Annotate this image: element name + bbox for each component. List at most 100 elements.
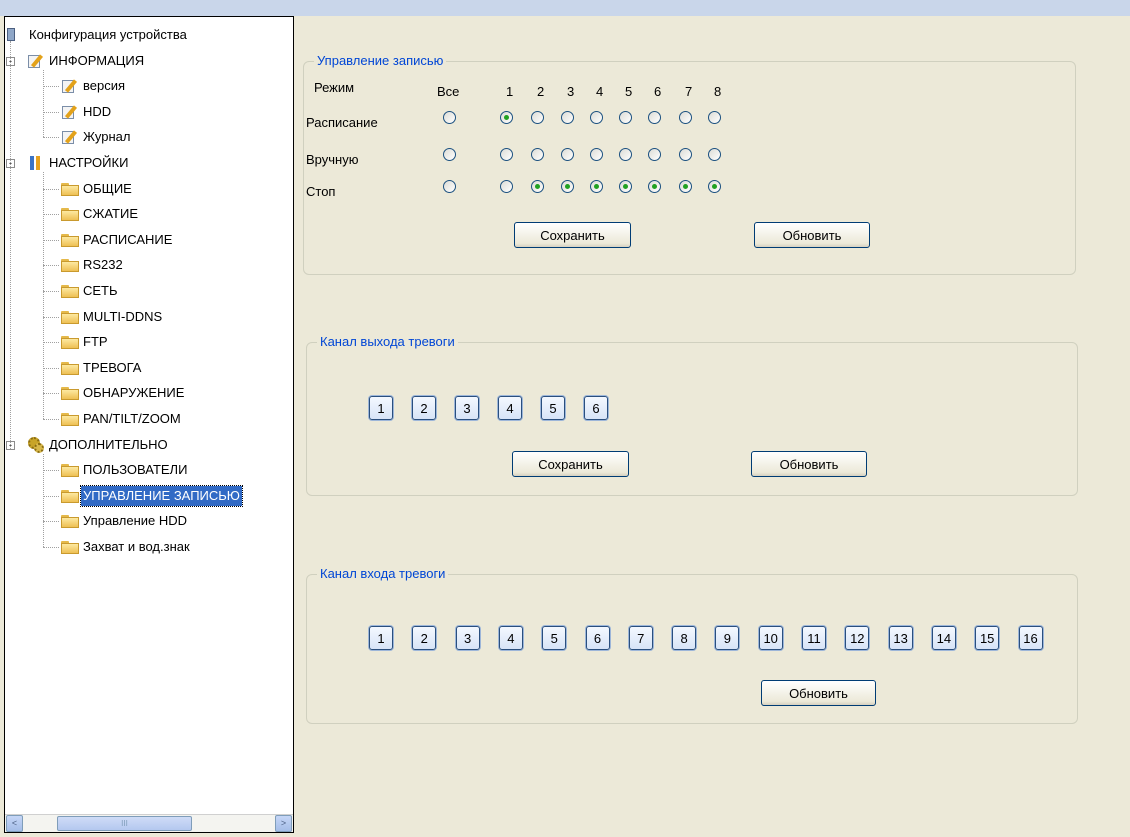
tree-connector [43,265,59,267]
channel-button-2[interactable]: 2 [412,626,437,650]
folder-icon [61,413,79,426]
radio-1-7[interactable] [679,148,692,161]
radio-1-3[interactable] [561,148,574,161]
channel-button-13[interactable]: 13 [888,626,913,650]
channel-button-5[interactable]: 5 [541,396,565,420]
tree-item-label: СЕТЬ [83,283,118,298]
folder-icon [61,182,79,196]
folder-icon [61,361,79,375]
channel-button-2[interactable]: 2 [412,396,436,420]
tree-connector [43,419,59,420]
tree-connector [43,239,59,241]
alarm-output-save-button[interactable]: Сохранить [512,451,629,477]
channel-button-3[interactable]: 3 [455,626,480,650]
radio-1-1[interactable] [500,148,513,161]
radio-2-8[interactable] [708,180,721,193]
edit-document-icon [61,129,78,145]
radio-0-4[interactable] [590,111,603,124]
tree-item-label: ТРЕВОГА [83,359,142,375]
tree-item-label: MULTI-DDNS [83,308,163,324]
record-save-button[interactable]: Сохранить [514,222,631,248]
channel-button-1[interactable]: 1 [369,626,393,650]
folder-icon [61,259,79,273]
scroll-right-icon[interactable]: > [275,815,292,832]
alarm-input-refresh-button[interactable]: Обновить [761,680,876,706]
tree-item-label: FTP [83,334,108,350]
alarm-output-refresh-button[interactable]: Обновить [751,451,867,477]
folder-icon [61,310,79,324]
channel-button-12[interactable]: 12 [845,626,870,650]
radio-0-0[interactable] [443,111,456,124]
tree-item-label: версия [83,78,126,94]
channel-button-4[interactable]: 4 [498,626,523,650]
radio-0-8[interactable] [708,111,721,124]
config-tree[interactable]: Конфигурация устройства ИНФОРМАЦИЯ - версия… [4,16,294,833]
horizontal-scrollbar[interactable]: < III > [5,814,293,832]
channel-button-9[interactable]: 9 [715,626,740,650]
radio-1-4[interactable] [590,148,603,161]
tree-connector [43,453,44,547]
radio-2-1[interactable] [500,180,513,193]
folder-icon [61,464,79,478]
channel-button-7[interactable]: 7 [628,626,653,650]
channel-button-6[interactable]: 6 [584,396,608,420]
channel-button-3[interactable]: 3 [455,396,479,420]
radio-0-1[interactable] [500,111,513,124]
radio-1-5[interactable] [619,148,632,161]
edit-document-icon [61,78,78,94]
channel-button-4[interactable]: 4 [498,396,522,420]
window-top-bar [0,0,1130,16]
tree-item-label: СЖАТИЕ [83,206,139,222]
tree-connector [43,137,59,139]
radio-1-0[interactable] [443,148,456,161]
tree-connector [43,393,59,395]
tree-root[interactable]: Конфигурация устройства [5,25,293,45]
folder-icon [61,541,79,554]
mode-row-label: Вручную [306,152,359,167]
tree-item-label: ИНФОРМАЦИЯ [49,52,145,68]
radio-2-2[interactable] [531,180,544,193]
column-header: 2 [537,84,545,99]
tree-connector [43,342,59,344]
channel-button-5[interactable]: 5 [542,626,567,650]
radio-0-7[interactable] [679,111,692,124]
channel-button-14[interactable]: 14 [931,626,956,650]
tree-group-0[interactable]: ИНФОРМАЦИЯ [5,51,293,71]
channel-button-8[interactable]: 8 [672,626,697,650]
tree-item-label: ДОПОЛНИТЕЛЬНО [49,436,168,452]
tree-connector [43,521,59,523]
tree-connector [43,86,59,88]
channel-button-10[interactable]: 10 [758,626,783,650]
radio-0-6[interactable] [648,111,661,124]
radio-2-7[interactable] [679,180,692,193]
column-header: 7 [685,84,693,99]
radio-0-2[interactable] [531,111,544,124]
channel-button-15[interactable]: 15 [975,626,1000,650]
tree-group-1[interactable]: НАСТРОЙКИ [5,153,293,173]
record-refresh-button[interactable]: Обновить [754,222,870,248]
scroll-left-icon[interactable]: < [6,815,23,832]
channel-button-11[interactable]: 11 [802,626,826,650]
radio-2-6[interactable] [648,180,661,193]
tree-group-2[interactable]: ДОПОЛНИТЕЛЬНО [5,435,293,455]
radio-2-5[interactable] [619,180,632,193]
column-header: Все [437,84,460,99]
radio-1-8[interactable] [708,148,721,161]
scroll-thumb[interactable]: III [57,816,192,831]
channel-button-16[interactable]: 16 [1018,626,1043,650]
tree-item-label: ОБНАРУЖЕНИЕ [83,385,185,401]
tree-item-label: НАСТРОЙКИ [49,155,129,170]
radio-2-3[interactable] [561,180,574,193]
tree-item-label: Захват и вод.знак [83,539,190,554]
radio-2-0[interactable] [443,180,456,193]
radio-1-2[interactable] [531,148,544,161]
column-header: 5 [625,84,633,99]
radio-2-4[interactable] [590,180,603,193]
radio-0-5[interactable] [619,111,632,124]
folder-icon [61,515,79,529]
radio-0-3[interactable] [561,111,574,124]
tree-item-label: RS232 [83,257,123,273]
channel-button-1[interactable]: 1 [369,396,393,420]
channel-button-6[interactable]: 6 [585,626,610,650]
radio-1-6[interactable] [648,148,661,161]
